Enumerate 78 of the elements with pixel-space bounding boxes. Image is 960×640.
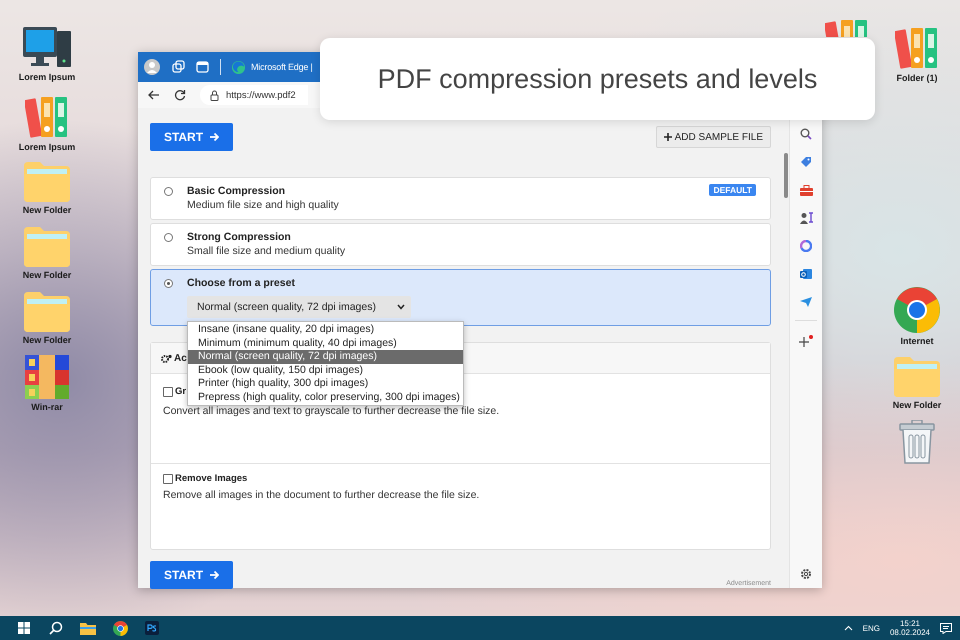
checkbox-label: Gr (175, 386, 186, 397)
desktop-icon-label: New Folder (22, 270, 72, 280)
desktop-icon-label: Internet (900, 336, 934, 346)
profile-avatar-icon[interactable] (144, 59, 160, 75)
folder-icon[interactable] (80, 622, 96, 634)
plus-icon[interactable] (799, 335, 813, 347)
back-icon[interactable] (148, 89, 160, 101)
person-icon[interactable] (800, 212, 812, 224)
compression-option[interactable]: Strong Compression Small file size and medium quality (150, 223, 771, 266)
browser-logo-icon (232, 60, 245, 74)
compression-option[interactable]: Basic Compression Medium file size and high quality DEFAULT (150, 177, 771, 220)
start-menu-icon[interactable] (18, 622, 30, 634)
checkbox[interactable] (163, 386, 173, 396)
dropdown-option[interactable]: Prepress (high quality, color preserving, 300 dpi images) (188, 390, 463, 404)
image-editor-icon[interactable] (145, 621, 159, 635)
send-icon[interactable] (800, 297, 812, 307)
tab-title[interactable]: Microsoft Edge | (251, 62, 313, 72)
radio-button[interactable] (164, 279, 173, 288)
address-bar[interactable]: https://www.pdf2 (200, 85, 308, 105)
clock-time[interactable]: 15:21 (900, 619, 920, 628)
url-text: https://www.pdf2 (226, 90, 296, 100)
desktop-icon-label: New Folder (892, 400, 942, 410)
dropdown-option[interactable]: Minimum (minimum quality, 40 dpi images) (188, 336, 463, 350)
dropdown-option[interactable]: Printer (high quality, 300 dpi images) (188, 377, 463, 390)
notifications-icon[interactable] (940, 622, 952, 634)
preset-select[interactable]: Normal (screen quality, 72 dpi images) (187, 296, 411, 318)
toolbox-icon[interactable] (800, 184, 812, 196)
desktop-icon-label: Folder (1) (896, 73, 938, 83)
browser-logo-icon[interactable] (112, 620, 128, 636)
computer-icon[interactable] (23, 25, 71, 69)
desktop-icon-label: Win-rar (31, 402, 63, 412)
option-title: Choose from a preset (187, 276, 295, 290)
checkbox-label: Remove Images (175, 473, 248, 484)
clock-date[interactable]: 08.02.2024 (890, 628, 930, 637)
trash-icon[interactable] (899, 420, 935, 464)
section-header: Ac (174, 352, 187, 364)
checkbox[interactable] (163, 474, 173, 484)
dropdown-option[interactable]: Insane (insane quality, 20 dpi images) (188, 323, 463, 336)
search-icon[interactable] (800, 128, 812, 140)
default-badge: DEFAULT (709, 184, 756, 196)
workspaces-icon[interactable] (171, 60, 185, 74)
option-description: Convert all images and text to grayscale to further decrease the file size. (163, 405, 500, 417)
option-description: Small file size and medium quality (187, 244, 346, 258)
archive-icon[interactable] (25, 355, 69, 399)
arrow-right-icon (209, 570, 220, 580)
dropdown-option[interactable]: Normal (screen quality, 72 dpi images) (188, 350, 463, 364)
option-title: Basic Compression (187, 184, 286, 198)
start-button[interactable]: START (150, 561, 233, 589)
tab-actions-icon[interactable] (196, 61, 209, 73)
desktop-icon-label: New Folder (22, 205, 72, 215)
radio-button[interactable] (164, 233, 173, 242)
tag-icon[interactable] (800, 156, 812, 168)
desktop-icon-label: Lorem Ipsum (18, 72, 76, 82)
add-sample-file-button[interactable]: ADD SAMPLE FILE (656, 126, 771, 148)
lock-icon (210, 90, 219, 100)
caption-title: PDF compression presets and levels (320, 38, 875, 120)
chevron-up-icon[interactable] (844, 625, 853, 631)
refresh-icon[interactable] (174, 89, 186, 101)
assistant-icon[interactable] (800, 240, 812, 252)
plus-icon (664, 133, 672, 141)
dropdown-option[interactable]: Ebook (low quality, 150 dpi images) (188, 364, 463, 377)
browser-logo-icon[interactable] (894, 287, 940, 333)
language-indicator[interactable]: ENG (862, 624, 880, 632)
desktop-icon-label: New Folder (22, 335, 72, 345)
start-button[interactable]: START (150, 123, 233, 151)
option-title: Strong Compression (187, 230, 291, 244)
settings-icon[interactable] (800, 568, 812, 580)
radio-button[interactable] (164, 187, 173, 196)
scrollbar-thumb[interactable] (784, 153, 788, 198)
binders-icon[interactable] (895, 26, 939, 70)
search-icon[interactable] (49, 621, 63, 635)
chevron-down-icon (397, 304, 405, 310)
desktop-icon-label: Lorem Ipsum (18, 142, 76, 152)
binders-icon[interactable] (25, 95, 69, 139)
option-description: Medium file size and high quality (187, 198, 340, 212)
mail-icon[interactable] (800, 268, 812, 280)
arrow-right-icon (209, 132, 220, 142)
option-description: Remove all images in the document to further decrease the file size. (163, 489, 480, 501)
